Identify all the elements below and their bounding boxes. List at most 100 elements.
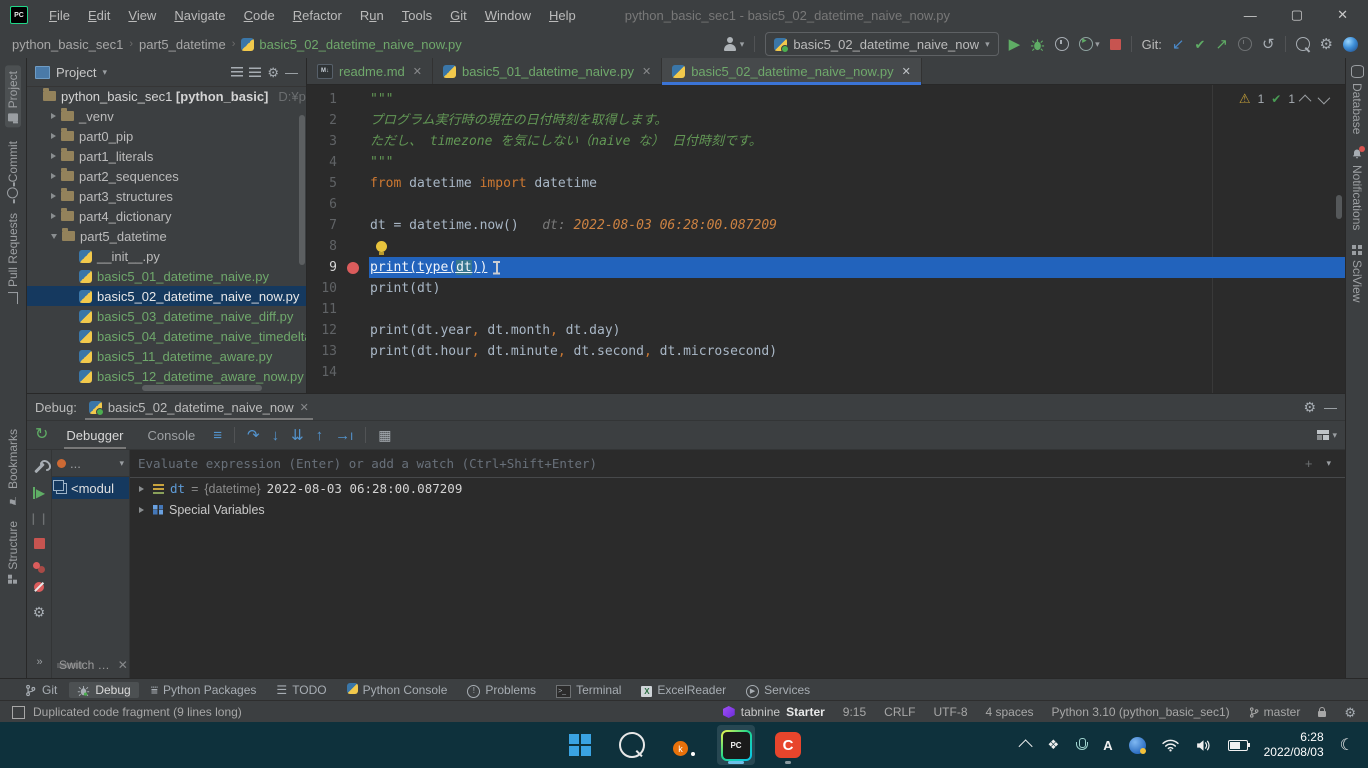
prev-problem-icon[interactable] — [1299, 94, 1312, 107]
debug-settings-wrench-icon[interactable] — [34, 463, 45, 474]
tab-debugger[interactable]: Debugger — [60, 421, 129, 449]
code-line[interactable]: 6 — [307, 194, 1345, 215]
maximize-button[interactable]: ▢ — [1291, 7, 1303, 23]
taskbar-pycharm-button[interactable]: PC — [717, 725, 755, 765]
chevron-down-icon[interactable]: ▾ — [102, 67, 107, 78]
code-line[interactable]: 7dt = datetime.now() dt: 2022-08-03 06:2… — [307, 215, 1345, 236]
close-button[interactable]: ✕ — [1337, 7, 1348, 23]
tree-row[interactable]: basic5_01_datetime_naive.py — [27, 266, 306, 286]
toolwindow-services-button[interactable]: ▶Services — [738, 681, 818, 699]
expand-chevron-icon[interactable] — [139, 486, 144, 492]
hide-panel-button[interactable]: — — [285, 65, 298, 80]
ime-indicator[interactable]: A — [1103, 738, 1112, 753]
toolwindow-git-button[interactable]: Git — [16, 682, 65, 698]
history-button[interactable] — [1238, 37, 1252, 51]
code-line[interactable]: 12print(dt.year, dt.month, dt.day) — [307, 320, 1345, 341]
toolwindow-excelreader-button[interactable]: XExcelReader — [633, 682, 734, 699]
debug-gear-icon[interactable]: ⚙ — [33, 605, 46, 619]
menu-code[interactable]: Code — [235, 8, 284, 23]
run-button[interactable]: ▶ — [1009, 37, 1021, 52]
code-line[interactable]: 2プログラム実行時の現在の日付時刻を取得します。 — [307, 110, 1345, 131]
editor-tab[interactable]: M↓readme.md✕ — [307, 58, 433, 84]
code-line[interactable]: 8 — [307, 236, 1345, 257]
plugin-sphere-icon[interactable] — [1343, 37, 1358, 52]
tree-row[interactable]: basic5_02_datetime_naive_now.py — [27, 286, 306, 306]
menu-run[interactable]: Run — [351, 8, 393, 23]
menu-refactor[interactable]: Refactor — [284, 8, 351, 23]
tree-row[interactable]: part3_structures — [27, 186, 306, 206]
view-as-table-icon[interactable]: ▦ — [378, 427, 391, 444]
encoding-indicator[interactable]: UTF-8 — [934, 705, 968, 719]
code-line[interactable]: 10print(dt) — [307, 278, 1345, 299]
step-into-icon[interactable]: ↓ — [272, 428, 280, 443]
tree-row[interactable]: basic5_11_datetime_aware.py — [27, 346, 306, 366]
code-line[interactable]: 3ただし、 timezone を気にしない（naive な） 日付時刻です。 — [307, 131, 1345, 152]
toolwindow-database-button[interactable]: Database — [1350, 65, 1364, 134]
chevron-right-icon[interactable] — [51, 213, 56, 219]
line-ending-indicator[interactable]: CRLF — [884, 705, 915, 719]
code-line[interactable]: 1""" — [307, 89, 1345, 110]
profile-button[interactable]: ▾ — [723, 37, 745, 51]
status-message[interactable]: Duplicated code fragment (9 lines long) — [33, 705, 242, 719]
resume-program-icon[interactable]: ▶ — [33, 487, 45, 499]
stop-button[interactable] — [1110, 39, 1121, 50]
toolwindow-debug-button[interactable]: Debug — [69, 682, 138, 698]
toolwindow-python-console-button[interactable]: Python Console — [339, 682, 456, 698]
add-watch-icon[interactable]: + — [1305, 456, 1313, 471]
toolwindow-structure-button[interactable]: Structure — [6, 521, 20, 584]
code-line[interactable]: 14 — [307, 362, 1345, 383]
taskbar-search-button[interactable] — [613, 725, 651, 765]
chevron-right-icon[interactable] — [51, 133, 56, 139]
tab-console[interactable]: Console — [142, 421, 202, 449]
thread-selector[interactable]: ... ▾ — [52, 450, 129, 477]
tree-row[interactable]: __init__.py — [27, 246, 306, 266]
chevron-right-icon[interactable] — [51, 193, 56, 199]
toolwindow-notifications-button[interactable]: Notifications — [1350, 148, 1364, 230]
chevron-right-icon[interactable] — [51, 153, 56, 159]
code-line[interactable]: 4""" — [307, 152, 1345, 173]
dropbox-icon[interactable]: ❖ — [1048, 737, 1060, 753]
tree-row[interactable]: basic5_04_datetime_naive_timedelta.py — [27, 326, 306, 346]
run-configuration-select[interactable]: basic5_02_datetime_naive_now ▾ — [765, 32, 998, 56]
rerun-icon[interactable]: ↻ — [35, 427, 48, 443]
tree-row[interactable]: part5_datetime — [27, 226, 306, 246]
menu-help[interactable]: Help — [540, 8, 585, 23]
variable-row-dt[interactable]: dt = {datetime} 2022-08-03 06:28:00.0872… — [130, 478, 1345, 499]
layout-options-icon[interactable]: ≡ — [213, 427, 222, 444]
microphone-icon[interactable] — [1075, 738, 1087, 753]
pause-icon[interactable]: ❘❘ — [29, 512, 49, 525]
restore-layout-button[interactable]: ▾ — [1317, 430, 1337, 441]
intention-bulb-icon[interactable] — [376, 241, 387, 252]
menu-view[interactable]: View — [119, 8, 165, 23]
close-icon[interactable]: ✕ — [642, 65, 651, 78]
tray-clock[interactable]: 6:28 2022/08/03 — [1264, 730, 1324, 760]
toolwindow-commit-button[interactable]: Commit — [6, 141, 20, 198]
close-icon[interactable]: ✕ — [413, 65, 422, 78]
collapse-all-icon[interactable] — [231, 67, 243, 77]
indent-indicator[interactable]: 4 spaces — [986, 705, 1034, 719]
debug-button[interactable] — [1030, 37, 1045, 52]
chevron-down-icon[interactable]: ▾ — [1326, 458, 1331, 469]
stack-frame-item[interactable]: <modul — [52, 477, 129, 499]
breadcrumb-item[interactable]: basic5_02_datetime_naive_now.py — [241, 37, 461, 52]
volume-icon[interactable] — [1195, 739, 1212, 752]
close-icon[interactable]: ✕ — [300, 401, 309, 414]
tree-row[interactable]: part1_literals — [27, 146, 306, 166]
rollback-button[interactable]: ↺ — [1262, 37, 1275, 52]
step-into-my-code-icon[interactable]: ⇊ — [291, 428, 304, 443]
inspections-widget[interactable]: ⚠ 1 ✔ 1 — [1239, 91, 1327, 107]
git-update-button[interactable]: ↙ — [1172, 37, 1185, 52]
caret-position[interactable]: 9:15 — [843, 705, 866, 719]
settings-gear-button[interactable]: ⚙ — [1320, 37, 1333, 52]
git-push-button[interactable]: ↗ — [1215, 37, 1228, 52]
close-icon[interactable]: ✕ — [902, 65, 911, 78]
menu-git[interactable]: Git — [441, 8, 476, 23]
evaluate-expression-input[interactable] — [130, 456, 1305, 471]
editor-scrollbar[interactable] — [1336, 195, 1342, 219]
wifi-icon[interactable] — [1162, 739, 1179, 752]
toolwindow-pull-requests-button[interactable]: Pull Requests — [6, 213, 20, 304]
special-variables-row[interactable]: Special Variables — [130, 499, 1345, 520]
expand-all-icon[interactable] — [249, 67, 261, 77]
step-out-icon[interactable]: ↑ — [316, 428, 324, 443]
code-line[interactable]: 9print(type(dt)) — [307, 257, 1345, 278]
